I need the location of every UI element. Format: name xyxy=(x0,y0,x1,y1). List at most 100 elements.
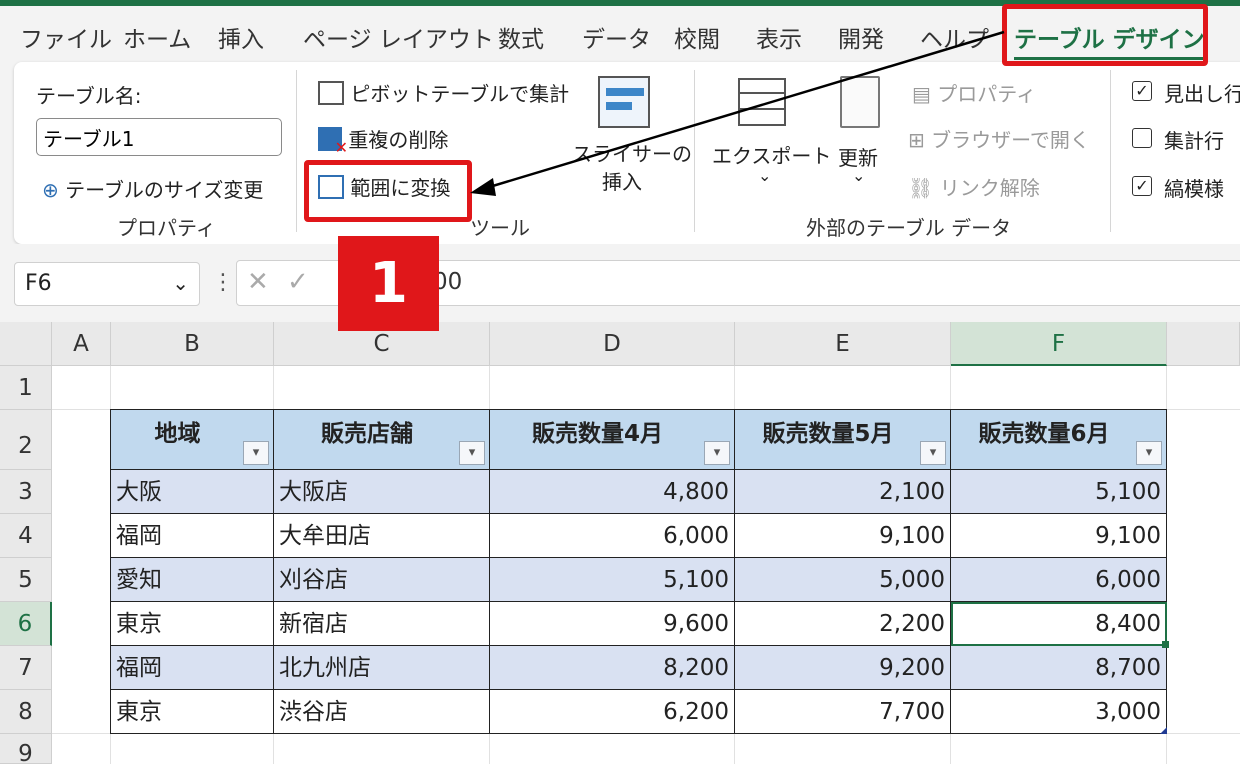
pivot-summarize-button[interactable]: ピボットテーブルで集計 xyxy=(318,78,569,107)
column-header-g[interactable] xyxy=(1167,322,1240,366)
tab-page-layout[interactable]: ページ レイアウト xyxy=(303,20,494,54)
group-label-properties: プロパティ xyxy=(117,216,216,240)
name-box[interactable]: F6 ⌄ xyxy=(14,262,200,306)
row-header-2[interactable]: 2 xyxy=(0,410,52,470)
tab-review[interactable]: 校閲 xyxy=(674,20,720,54)
chevron-down-icon[interactable]: ⌄ xyxy=(172,271,189,295)
tab-home[interactable]: ホーム xyxy=(123,20,191,54)
tab-help[interactable]: ヘルプ xyxy=(920,20,989,54)
table-cell[interactable]: 9,200 xyxy=(735,646,951,690)
group-label-tools: ツール xyxy=(470,216,530,240)
fill-handle[interactable] xyxy=(1162,641,1169,648)
tab-data[interactable]: データ xyxy=(582,20,651,54)
table-resize-handle[interactable] xyxy=(1160,727,1167,734)
pivot-table-icon xyxy=(318,81,344,105)
tab-developer[interactable]: 開発 xyxy=(838,20,884,54)
enter-icon[interactable]: ✓ xyxy=(287,267,309,297)
table-cell[interactable]: 4,800 xyxy=(490,470,735,514)
tab-file[interactable]: ファイル xyxy=(20,20,112,54)
table-cell[interactable]: 愛知 xyxy=(111,558,274,602)
table-cell[interactable]: 5,100 xyxy=(490,558,735,602)
table-cell[interactable]: 2,100 xyxy=(735,470,951,514)
table-cell[interactable]: 9,100 xyxy=(735,514,951,558)
table-cell[interactable]: 北九州店 xyxy=(274,646,490,690)
open-in-browser-label: ブラウザーで開く xyxy=(931,128,1090,152)
unlink-button[interactable]: ⛓ リンク解除 xyxy=(908,172,1040,201)
table-cell[interactable]: 9,100 xyxy=(951,514,1167,558)
row-header-3[interactable]: 3 xyxy=(0,470,52,514)
table-cell[interactable]: 大阪 xyxy=(111,470,274,514)
table-cell[interactable]: 9,600 xyxy=(490,602,735,646)
table-cell[interactable]: 3,000 xyxy=(951,690,1167,734)
export-icon xyxy=(738,78,786,126)
header-text: 地域 xyxy=(154,421,201,447)
banded-rows-checkbox[interactable]: ✓ xyxy=(1132,176,1152,196)
filter-dropdown-icon[interactable]: ▾ xyxy=(704,441,730,465)
total-row-checkbox[interactable] xyxy=(1132,128,1152,148)
row-header-7[interactable]: 7 xyxy=(0,646,52,690)
external-properties-button[interactable]: ▤ プロパティ xyxy=(912,78,1036,107)
table-header-region[interactable]: 地域 ▾ xyxy=(111,410,274,470)
row-header-5[interactable]: 5 xyxy=(0,558,52,602)
cancel-icon[interactable]: ✕ xyxy=(247,267,269,297)
table-cell[interactable]: 2,200 xyxy=(735,602,951,646)
table-name-label: テーブル名: xyxy=(36,84,142,108)
table-name-input[interactable] xyxy=(36,118,282,156)
table-cell[interactable]: 5,000 xyxy=(735,558,951,602)
open-in-browser-button[interactable]: ⊞ ブラウザーで開く xyxy=(908,124,1090,153)
table-cell[interactable]: 6,000 xyxy=(490,514,735,558)
table-cell[interactable]: 6,000 xyxy=(951,558,1167,602)
table-header-may[interactable]: 販売数量5月 ▾ xyxy=(735,410,951,470)
remove-duplicates-button[interactable]: ✕ 重複の削除 xyxy=(318,124,448,157)
table-cell[interactable]: 大牟田店 xyxy=(274,514,490,558)
header-text: 販売数量6月 xyxy=(978,421,1110,447)
table-cell[interactable]: 8,700 xyxy=(951,646,1167,690)
column-header-e[interactable]: E xyxy=(735,322,951,366)
table-cell[interactable]: 刈谷店 xyxy=(274,558,490,602)
selected-cell[interactable]: 8,400 xyxy=(951,602,1167,646)
select-all-corner[interactable] xyxy=(0,322,52,366)
worksheet-grid[interactable]: A B C D E F 1 2 3 4 5 6 7 8 9 地域 ▾ 販売店舗 ▾ … xyxy=(0,322,1240,764)
tab-insert[interactable]: 挿入 xyxy=(218,20,264,54)
table-cell[interactable]: 福岡 xyxy=(111,514,274,558)
ribbon: テーブル名: ⊕ テーブルのサイズ変更 プロパティ ピボットテーブルで集計 ✕ … xyxy=(14,62,1240,244)
table-cell[interactable]: 渋谷店 xyxy=(274,690,490,734)
table-cell[interactable]: 東京 xyxy=(111,690,274,734)
table-cell[interactable]: 新宿店 xyxy=(274,602,490,646)
table-cell[interactable]: 5,100 xyxy=(951,470,1167,514)
column-header-d[interactable]: D xyxy=(490,322,735,366)
column-header-b[interactable]: B xyxy=(111,322,274,366)
table-cell[interactable]: 大阪店 xyxy=(274,470,490,514)
header-text: 販売数量5月 xyxy=(762,421,894,447)
tab-formulas[interactable]: 数式 xyxy=(498,20,544,54)
tab-view[interactable]: 表示 xyxy=(756,20,802,54)
row-header-8[interactable]: 8 xyxy=(0,690,52,734)
header-row-checkbox[interactable]: ✓ xyxy=(1132,81,1152,101)
row-header-1[interactable]: 1 xyxy=(0,366,52,410)
column-header-f[interactable]: F xyxy=(951,322,1167,366)
group-separator xyxy=(296,70,297,232)
table-cell[interactable]: 東京 xyxy=(111,602,274,646)
filter-dropdown-icon[interactable]: ▾ xyxy=(1136,441,1162,465)
filter-dropdown-icon[interactable]: ▾ xyxy=(920,441,946,465)
table-cell[interactable]: 福岡 xyxy=(111,646,274,690)
table-cell[interactable]: 7,700 xyxy=(735,690,951,734)
table-header-june[interactable]: 販売数量6月 ▾ xyxy=(951,410,1167,470)
table-header-april[interactable]: 販売数量4月 ▾ xyxy=(490,410,735,470)
properties-icon: ▤ xyxy=(912,82,931,106)
filter-dropdown-icon[interactable]: ▾ xyxy=(459,441,485,465)
filter-dropdown-icon[interactable]: ▾ xyxy=(243,441,269,465)
resize-table-button[interactable]: ⊕ テーブルのサイズ変更 xyxy=(42,174,263,203)
resize-icon: ⊕ xyxy=(42,178,59,202)
table-header-store[interactable]: 販売店舗 ▾ xyxy=(274,410,490,470)
more-options-icon[interactable]: ⋮ xyxy=(212,270,234,295)
excel-window: ファイル ホーム 挿入 ページ レイアウト 数式 データ 校閲 表示 開発 ヘル… xyxy=(0,0,1240,764)
row-header-9[interactable]: 9 xyxy=(0,734,52,764)
row-header-6[interactable]: 6 xyxy=(0,602,52,646)
table-cell[interactable]: 8,200 xyxy=(490,646,735,690)
column-header-a[interactable]: A xyxy=(52,322,111,366)
group-label-external-data: 外部のテーブル データ xyxy=(806,216,1012,240)
table-cell[interactable]: 6,200 xyxy=(490,690,735,734)
total-row-label: 集計行 xyxy=(1164,129,1224,153)
row-header-4[interactable]: 4 xyxy=(0,514,52,558)
